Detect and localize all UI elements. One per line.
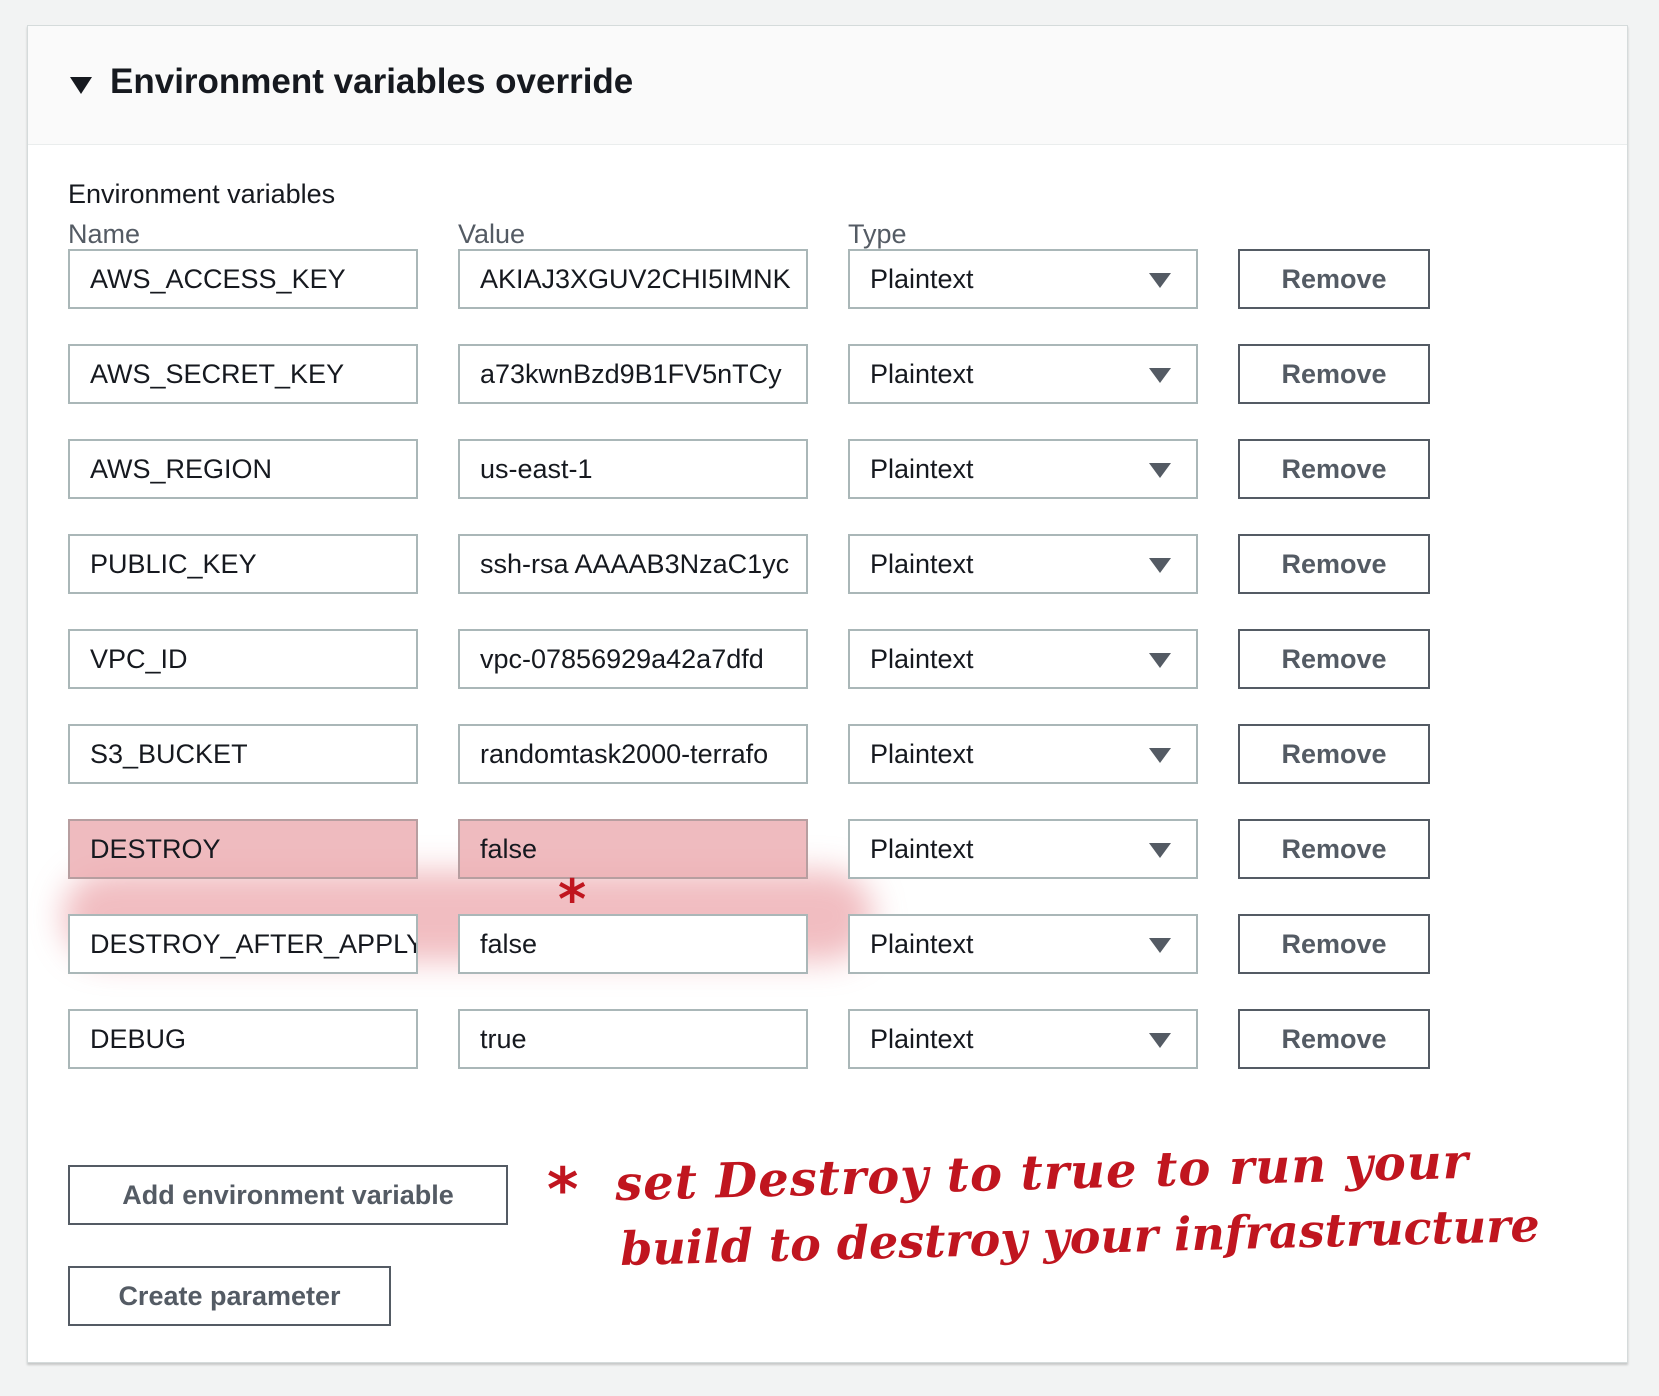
env-var-type-label: Plaintext [870,454,974,484]
env-var-type-select[interactable]: Plaintext [848,249,1198,309]
env-var-name-input[interactable]: S3_BUCKET [68,724,418,784]
remove-button[interactable]: Remove [1238,1009,1430,1069]
remove-button[interactable]: Remove [1238,724,1430,784]
dropdown-arrow-icon [1149,938,1171,953]
env-var-name-input[interactable]: PUBLIC_KEY [68,534,418,594]
env-var-row: PUBLIC_KEY ssh-rsa AAAAB3NzaC1yc Plainte… [68,534,1468,594]
env-var-name-input[interactable]: AWS_SECRET_KEY [68,344,418,404]
env-var-row: VPC_ID vpc-07856929a42a7dfd Plaintext Re… [68,629,1468,689]
dropdown-arrow-icon [1149,558,1171,573]
env-var-type-label: Plaintext [870,929,974,959]
dropdown-arrow-icon [1149,368,1171,383]
env-var-type-label: Plaintext [870,264,974,294]
section-label: Environment variables [68,179,336,209]
env-var-value-input[interactable]: a73kwnBzd9B1FV5nTCy [458,344,808,404]
env-var-value-input[interactable]: AKIAJ3XGUV2CHI5IMNK [458,249,808,309]
dropdown-arrow-icon [1149,843,1171,858]
dropdown-arrow-icon [1149,463,1171,478]
column-header-type: Type [848,219,907,249]
env-var-type-label: Plaintext [870,549,974,579]
env-var-value-input[interactable]: false [458,819,808,879]
env-var-type-label: Plaintext [870,1024,974,1054]
env-var-type-label: Plaintext [870,834,974,864]
env-var-type-label: Plaintext [870,739,974,769]
annotation-star: * [547,1155,579,1225]
column-header-name: Name [68,219,141,249]
caret-down-icon[interactable] [70,77,92,94]
env-var-type-select[interactable]: Plaintext [848,819,1198,879]
env-var-row: AWS_ACCESS_KEY AKIAJ3XGUV2CHI5IMNK Plain… [68,249,1468,309]
dropdown-arrow-icon [1149,273,1171,288]
env-var-value-input[interactable]: ssh-rsa AAAAB3NzaC1yc [458,534,808,594]
env-var-name-input[interactable]: DEBUG [68,1009,418,1069]
env-var-name-input[interactable]: AWS_REGION [68,439,418,499]
env-var-type-select[interactable]: Plaintext [848,534,1198,594]
annotation-star-inline: * [558,868,587,931]
remove-button[interactable]: Remove [1238,439,1430,499]
env-var-value-input[interactable]: true [458,1009,808,1069]
env-var-row-highlighted: DESTROY false Plaintext Remove [68,819,1468,879]
env-var-name-input[interactable]: VPC_ID [68,629,418,689]
env-var-row: AWS_SECRET_KEY a73kwnBzd9B1FV5nTCy Plain… [68,344,1468,404]
remove-button[interactable]: Remove [1238,534,1430,594]
env-var-value-input[interactable]: randomtask2000-terrafo [458,724,808,784]
env-var-type-label: Plaintext [870,644,974,674]
env-var-type-select[interactable]: Plaintext [848,629,1198,689]
env-var-name-input[interactable]: DESTROY_AFTER_APPLY [68,914,418,974]
env-var-name-input[interactable]: DESTROY [68,819,418,879]
env-var-row: DESTROY_AFTER_APPLY false Plaintext Remo… [68,914,1468,974]
env-var-value-input[interactable]: vpc-07856929a42a7dfd [458,629,808,689]
create-parameter-button[interactable]: Create parameter [68,1266,391,1326]
env-var-type-select[interactable]: Plaintext [848,344,1198,404]
env-var-row: DEBUG true Plaintext Remove [68,1009,1468,1069]
panel-title: Environment variables override [110,62,634,101]
remove-button[interactable]: Remove [1238,629,1430,689]
env-var-row: AWS_REGION us-east-1 Plaintext Remove [68,439,1468,499]
env-var-name-input[interactable]: AWS_ACCESS_KEY [68,249,418,309]
env-var-type-select[interactable]: Plaintext [848,724,1198,784]
remove-button[interactable]: Remove [1238,914,1430,974]
env-var-value-input[interactable]: us-east-1 [458,439,808,499]
column-header-value: Value [458,219,526,249]
panel-header[interactable]: Environment variables override [28,26,1627,145]
env-var-type-select[interactable]: Plaintext [848,1009,1198,1069]
remove-button[interactable]: Remove [1238,819,1430,879]
env-var-value-input[interactable]: false [458,914,808,974]
add-environment-variable-button[interactable]: Add environment variable [68,1165,508,1225]
dropdown-arrow-icon [1149,1033,1171,1048]
env-var-type-label: Plaintext [870,359,974,389]
remove-button[interactable]: Remove [1238,344,1430,404]
dropdown-arrow-icon [1149,748,1171,763]
env-var-row: S3_BUCKET randomtask2000-terrafo Plainte… [68,724,1468,784]
env-var-type-select[interactable]: Plaintext [848,439,1198,499]
remove-button[interactable]: Remove [1238,249,1430,309]
dropdown-arrow-icon [1149,653,1171,668]
env-var-type-select[interactable]: Plaintext [848,914,1198,974]
